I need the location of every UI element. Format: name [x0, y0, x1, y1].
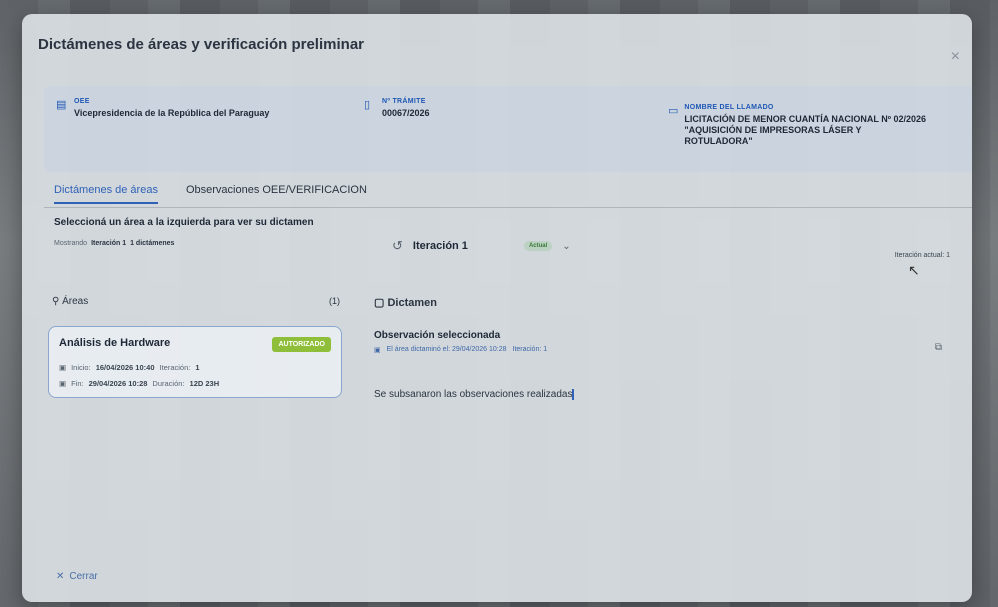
- area-card[interactable]: Análisis de Hardware AUTORIZADO ▣ Inicio…: [48, 326, 342, 398]
- observation-body: Se subsanaron las observaciones realizad…: [374, 389, 573, 401]
- oee-info: ▤ OEE Vicepresidencia de la República de…: [56, 98, 269, 119]
- iter-value: 1: [195, 363, 200, 372]
- iteration-label: Iteración 1: [412, 240, 468, 252]
- start-label: Inicio:: [71, 363, 91, 372]
- status-badge: AUTORIZADO: [272, 337, 331, 352]
- end-value: 29/04/2026 10:28: [88, 379, 148, 388]
- showing-prefix: Mostrando: [54, 240, 88, 247]
- llamado-value: LICITACIÓN DE MENOR CUANTÍA NACIONAL Nº …: [684, 114, 927, 146]
- tab-observaciones-oee[interactable]: Observaciones OEE/VERIFICACION: [186, 184, 367, 204]
- observation-title: Observación seleccionada: [374, 330, 501, 341]
- observation-text: Se subsanaron las observaciones realizad…: [374, 389, 575, 401]
- showing-iteration: Iteración 1: [91, 240, 127, 247]
- tabs: Dictámenes de áreas Observaciones OEE/VE…: [54, 184, 367, 204]
- dur-value: 12D 23H: [189, 379, 220, 388]
- dictamenes-modal: Dictámenes de áreas y verificación preli…: [22, 14, 972, 602]
- tabs-divider: [44, 207, 972, 208]
- showing-summary: Mostrando Iteración 1 1 dictámenes: [54, 240, 174, 247]
- close-button[interactable]: ✕ Cerrar: [56, 571, 98, 582]
- end-label: Fin:: [71, 379, 84, 388]
- oee-value: Vicepresidencia de la República del Para…: [74, 108, 270, 118]
- iter-label: Iteración:: [159, 363, 191, 372]
- calendar-icon: ▣: [59, 379, 67, 388]
- current-badge: Actual: [523, 241, 553, 251]
- selection-hint: Seleccioná un área a la izquierda para v…: [54, 217, 314, 228]
- area-name: Análisis de Hardware: [59, 337, 171, 349]
- document-icon: ▢: [374, 297, 388, 309]
- bookmark-icon: ▭: [668, 105, 679, 117]
- dur-label: Duración:: [152, 379, 185, 388]
- area-end-line: ▣ Fin: 29/04/2026 10:28 Duración: 12D 23…: [59, 379, 219, 388]
- text-cursor: [572, 389, 575, 400]
- tramite-label: Nº TRÁMITE: [382, 98, 426, 105]
- llamado-label: NOMBRE DEL LLAMADO: [684, 104, 774, 111]
- llamado-info: ▭ NOMBRE DEL LLAMADO LICITACIÓN DE MENOR…: [668, 104, 928, 147]
- close-label: Cerrar: [69, 571, 98, 582]
- areas-title-wrap: ⚲ Áreas: [52, 296, 88, 307]
- oee-label: OEE: [74, 98, 90, 105]
- llamado-info-card: ▤ OEE Vicepresidencia de la República de…: [44, 86, 972, 172]
- calendar-icon: ▣: [374, 347, 381, 354]
- tab-dictamenes-areas[interactable]: Dictámenes de áreas: [54, 184, 158, 204]
- close-icon: ✕: [56, 571, 65, 582]
- areas-count: (1): [329, 296, 340, 306]
- observation-meta: ▣ El área dictaminó el: 29/04/2026 10:28…: [374, 346, 547, 354]
- start-value: 16/04/2026 10:40: [95, 363, 155, 372]
- observation-iteration: Iteración: 1: [512, 346, 548, 353]
- copy-icon[interactable]: ⧉: [935, 342, 942, 353]
- modal-title: Dictámenes de áreas y verificación preli…: [38, 36, 364, 53]
- org-chart-icon: ⚲: [52, 296, 63, 307]
- dictamen-title: Dictamen: [387, 297, 437, 309]
- areas-title: Áreas: [62, 296, 89, 307]
- close-icon[interactable]: ×: [951, 48, 960, 66]
- tramite-info: ▯ Nº TRÁMITE 00067/2026: [364, 98, 430, 119]
- dictamen-header: ▢ Dictamen: [374, 296, 437, 309]
- areas-header: ⚲ Áreas (1): [52, 296, 340, 307]
- showing-count: 1 dictámenes: [130, 240, 175, 247]
- mouse-pointer-icon: ↖: [908, 262, 920, 278]
- calendar-icon: ▣: [59, 363, 67, 372]
- chevron-down-icon: ⌄: [562, 240, 571, 252]
- iteration-selector[interactable]: ↺ Iteración 1 Actual ⌄: [392, 238, 571, 254]
- tramite-value: 00067/2026: [382, 108, 430, 118]
- observation-date: El área dictaminó el: 29/04/2026 10:28: [386, 346, 507, 353]
- history-icon: ↺: [392, 238, 403, 253]
- building-icon: ▤: [56, 99, 67, 111]
- document-icon: ▯: [364, 99, 371, 111]
- area-start-line: ▣ Inicio: 16/04/2026 10:40 Iteración: 1: [59, 363, 200, 372]
- current-iteration: Iteración actual: 1: [894, 252, 950, 259]
